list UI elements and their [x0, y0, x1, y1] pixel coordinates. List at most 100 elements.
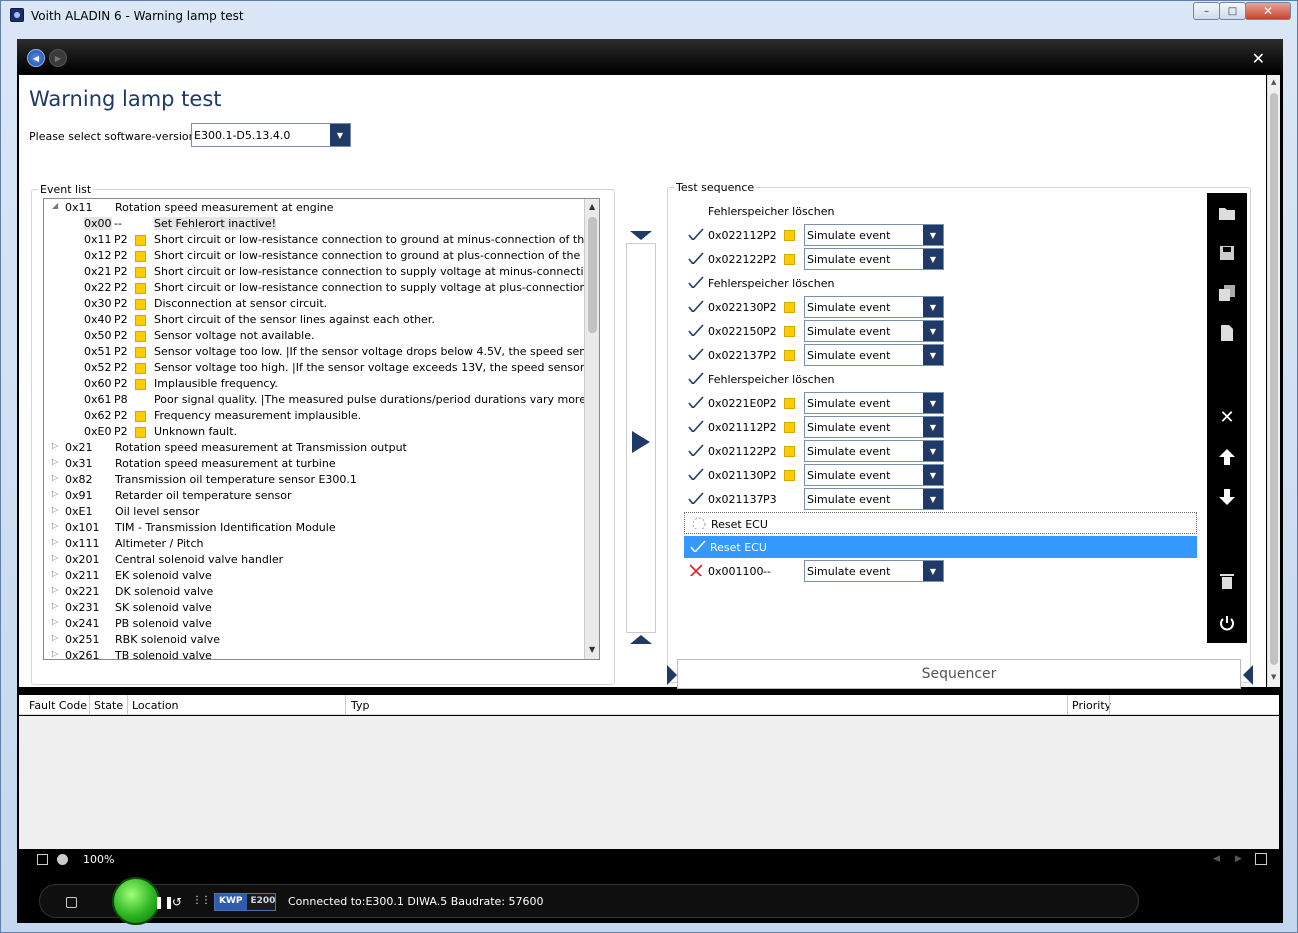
delete-item-icon[interactable]: ✕: [1217, 407, 1237, 428]
scroll-down-icon[interactable]: [630, 635, 652, 644]
collapsed-icon[interactable]: ▷: [52, 473, 58, 482]
sequence-event[interactable]: 0x022150 P2 Simulate event ▼: [682, 320, 1202, 342]
sequence-step[interactable]: Fehlerspeicher löschen: [682, 368, 1202, 390]
expand-icon[interactable]: [1255, 853, 1267, 865]
expanded-icon[interactable]: ◢: [52, 201, 58, 210]
sequence-event[interactable]: 0x021112 P2 Simulate event ▼: [682, 416, 1202, 438]
collapsed-icon[interactable]: ▷: [52, 601, 58, 610]
chevron-down-icon[interactable]: ▼: [923, 321, 943, 341]
event-list-vscroll[interactable]: ▲ ▼: [584, 199, 599, 659]
sequence-event[interactable]: 0x021130 P2 Simulate event ▼: [682, 464, 1202, 486]
fit-screen-icon[interactable]: [37, 854, 48, 865]
event-list-item[interactable]: 0x21 P2 Short circuit or low-resistance co…: [44, 264, 599, 280]
collapsed-icon[interactable]: ▷: [52, 537, 58, 546]
event-list-item[interactable]: 0xE0 P2 Unknown fault.: [44, 424, 584, 440]
chevron-down-icon[interactable]: ▼: [923, 297, 943, 317]
collapsed-icon[interactable]: ▷: [52, 457, 58, 466]
sequence-event[interactable]: 0x021122 P2 Simulate event ▼: [682, 440, 1202, 462]
event-list-item[interactable]: 0x40 P2 Short circuit of the sensor lines …: [44, 312, 584, 328]
loop-icon[interactable]: ↺: [172, 895, 182, 909]
event-list-item[interactable]: ▷ 0x82 Transmission oil temperature sensor…: [44, 472, 584, 488]
event-list-hscroll[interactable]: ◀ ▶: [44, 659, 584, 660]
simulate-event-select[interactable]: Simulate event ▼: [804, 560, 944, 582]
sequencer-button[interactable]: Sequencer: [677, 659, 1241, 689]
collapsed-icon[interactable]: ▷: [52, 633, 58, 642]
new-file-icon[interactable]: [1217, 323, 1237, 343]
simulate-event-select[interactable]: Simulate event ▼: [804, 392, 944, 414]
simulate-event-select[interactable]: Simulate event ▼: [804, 464, 944, 486]
sequence-event[interactable]: 0x022112 P2 Simulate event ▼: [682, 224, 1202, 246]
col-fault-code[interactable]: Fault Code: [29, 699, 87, 712]
main-vscroll[interactable]: ▲ ▼: [1267, 75, 1280, 687]
sequence-event[interactable]: 0x0221E0 P2 Simulate event ▼: [682, 392, 1202, 414]
sequence-step[interactable]: Reset ECU: [684, 512, 1197, 534]
zoom-icon[interactable]: [57, 854, 68, 865]
chevron-down-icon[interactable]: ▼: [923, 417, 943, 437]
simulate-event-select[interactable]: Simulate event ▼: [804, 344, 944, 366]
event-list-item[interactable]: ▷ 0xE1 Oil level sensor: [44, 504, 584, 520]
maximize-button[interactable]: □: [1219, 2, 1246, 20]
event-list-item[interactable]: ▷ 0x21 Rotation speed measurement at Trans…: [44, 440, 584, 456]
event-list-item[interactable]: ◢ 0x11 Rotation speed measurement at engin…: [44, 200, 584, 216]
minimize-button[interactable]: –: [1193, 2, 1220, 20]
chevron-down-icon[interactable]: ▼: [923, 345, 943, 365]
collapsed-icon[interactable]: ▷: [52, 649, 58, 658]
event-list-item[interactable]: 0x51 P2 Sensor voltage too low. |If the se…: [44, 344, 599, 360]
event-list-item[interactable]: 0x22 P2 Short circuit or low-resistance co…: [44, 280, 599, 296]
event-list-item[interactable]: 0x62 P2 Frequency measurement implausible.: [44, 408, 584, 424]
event-list-item[interactable]: ▷ 0x111 Altimeter / Pitch: [44, 536, 584, 552]
collapsed-icon[interactable]: ▷: [52, 553, 58, 562]
add-to-sequence-icon[interactable]: [632, 431, 650, 453]
event-list-item[interactable]: ▷ 0x211 EK solenoid valve: [44, 568, 584, 584]
col-typ[interactable]: Typ: [351, 699, 370, 712]
sequence-event[interactable]: 0x021137 P3 Simulate event ▼: [682, 488, 1202, 510]
event-list-item[interactable]: ▷ 0x101 TIM - Transmission Identification …: [44, 520, 584, 536]
sequencer-left-icon[interactable]: [667, 665, 677, 685]
sequence-event[interactable]: 0x022130 P2 Simulate event ▼: [682, 296, 1202, 318]
col-priority[interactable]: Priority: [1072, 699, 1111, 712]
event-list-item[interactable]: ▷ 0x201 Central solenoid valve handler: [44, 552, 584, 568]
event-list-item[interactable]: 0x50 P2 Sensor voltage not available.: [44, 328, 584, 344]
sequence-event[interactable]: 0x022122 P2 Simulate event ▼: [682, 248, 1202, 270]
event-list-item[interactable]: 0x30 P2 Disconnection at sensor circuit.: [44, 296, 584, 312]
event-list-item[interactable]: 0x61 P8 Poor signal quality. |The measured…: [44, 392, 599, 408]
power-icon[interactable]: [1217, 613, 1237, 633]
copy-icon[interactable]: [1217, 283, 1237, 303]
simulate-event-select[interactable]: Simulate event ▼: [804, 248, 944, 270]
event-list[interactable]: ◢ 0x11 Rotation speed measurement at engin…: [43, 198, 600, 660]
chevron-down-icon[interactable]: ▼: [923, 393, 943, 413]
simulate-event-select[interactable]: Simulate event ▼: [804, 296, 944, 318]
sequence-event[interactable]: 0x022137 P2 Simulate event ▼: [682, 344, 1202, 366]
event-list-item[interactable]: ▷ 0x241 PB solenoid valve: [44, 616, 584, 632]
forward-icon[interactable]: ▶: [49, 49, 67, 67]
col-location[interactable]: Location: [132, 699, 179, 712]
event-list-item[interactable]: ▷ 0x251 RBK solenoid valve: [44, 632, 584, 648]
collapsed-icon[interactable]: ▷: [52, 505, 58, 514]
sequence-step[interactable]: Fehlerspeicher löschen: [682, 200, 1202, 222]
chevron-down-icon[interactable]: ▼: [330, 124, 350, 146]
event-list-item[interactable]: 0x11 P2 Short circuit or low-resistance co…: [44, 232, 599, 248]
collapsed-icon[interactable]: ▷: [52, 585, 58, 594]
software-version-select[interactable]: E300.1-D5.13.4.0 ▼: [191, 123, 351, 147]
simulate-event-select[interactable]: Simulate event ▼: [804, 488, 944, 510]
save-icon[interactable]: [1217, 243, 1237, 263]
collapsed-icon[interactable]: ▷: [52, 569, 58, 578]
open-folder-icon[interactable]: [1217, 203, 1237, 223]
chevron-down-icon[interactable]: ▼: [923, 561, 943, 581]
close-page-icon[interactable]: ✕: [1252, 49, 1265, 68]
event-list-item[interactable]: 0x52 P2 Sensor voltage too high. |If the s…: [44, 360, 599, 376]
trash-icon[interactable]: [1217, 571, 1237, 591]
simulate-event-select[interactable]: Simulate event ▼: [804, 440, 944, 462]
chevron-down-icon[interactable]: ▼: [923, 441, 943, 461]
stop-icon[interactable]: [66, 897, 77, 908]
collapsed-icon[interactable]: ▷: [52, 441, 58, 450]
simulate-event-select[interactable]: Simulate event ▼: [804, 416, 944, 438]
chevron-down-icon[interactable]: ▼: [923, 489, 943, 509]
main-vscroll-thumb[interactable]: [1270, 93, 1278, 665]
sequence-step[interactable]: Fehlerspeicher löschen: [682, 272, 1202, 294]
chevron-down-icon[interactable]: ▼: [923, 249, 943, 269]
move-up-icon[interactable]: [1217, 447, 1237, 467]
sequence-step[interactable]: Reset ECU: [684, 536, 1197, 558]
collapsed-icon[interactable]: ▷: [52, 489, 58, 498]
event-list-item[interactable]: ▷ 0x91 Retarder oil temperature sensor: [44, 488, 584, 504]
